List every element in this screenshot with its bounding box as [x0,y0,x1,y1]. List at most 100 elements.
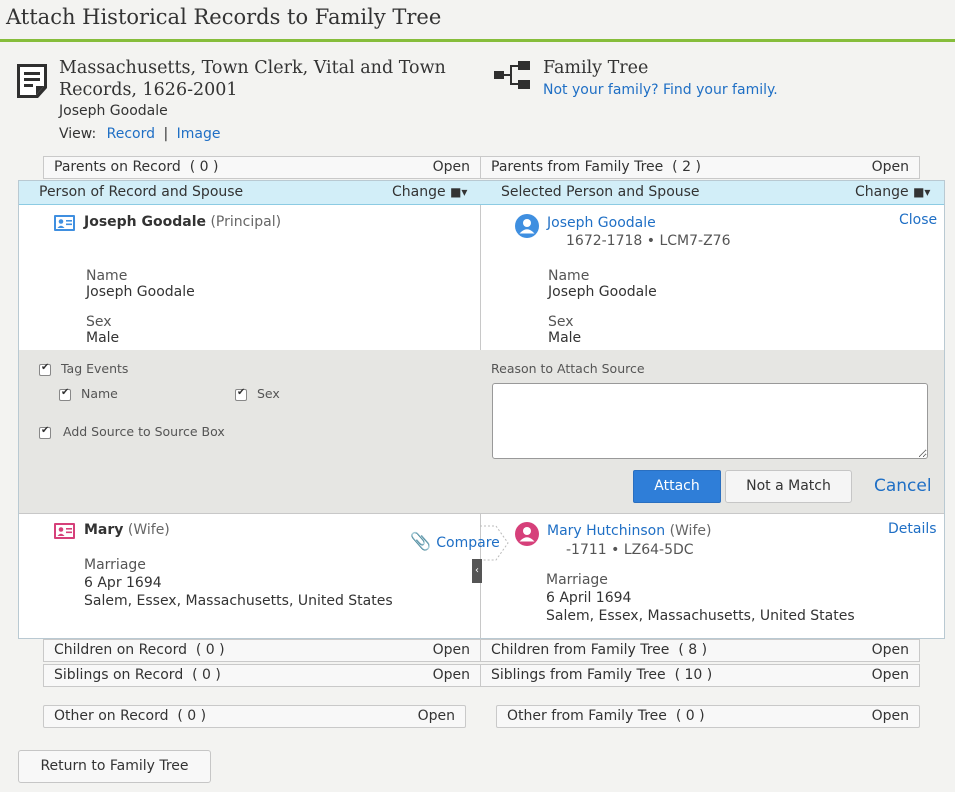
record-sex-label: Sex [86,314,112,330]
change-label: Change [392,184,446,200]
tag-sex-label: Sex [256,386,280,401]
person-dropdown-icon: ■▾ [913,185,931,199]
bar-count: ( 0 ) [192,667,221,683]
other-on-record-bar[interactable]: Other on Record ( 0 ) Open [43,705,466,728]
return-to-family-tree-button[interactable]: Return to Family Tree [18,750,211,783]
children-tree-open-link[interactable]: Open [872,640,909,661]
compare-connector-arrow [480,525,510,561]
details-link[interactable]: Details [888,521,937,537]
reason-label: Reason to Attach Source [491,361,645,376]
bar-label: Other on Record [54,708,169,724]
principal-record-heading: Joseph Goodale (Principal) [84,214,281,230]
paperclip-icon: 📎 [410,532,432,552]
siblings-on-record-bar[interactable]: Siblings on Record ( 0 ) Open [43,664,481,687]
add-source-checkbox[interactable] [39,425,51,439]
spouse-tree-name-link[interactable]: Mary Hutchinson [547,523,665,539]
bar-label: Siblings from Family Tree [491,667,666,683]
record-document-icon [14,62,52,100]
spouse-record-event-label: Marriage [84,557,146,573]
tree-person-lifespan: 1672-1718 • LCM7-Z76 [566,233,731,249]
tree-sex-label: Sex [548,314,574,330]
parents-from-tree-bar[interactable]: Parents from Family Tree ( 2 ) Open [480,156,920,179]
other-record-open-link[interactable]: Open [418,706,455,727]
female-person-icon [515,522,539,546]
male-record-card-icon [54,215,75,231]
principal-record-role: (Principal) [210,214,282,230]
bar-label: Children from Family Tree [491,642,670,658]
title-divider [0,39,955,42]
collection-title-line1: Massachusetts, Town Clerk, Vital and Tow… [59,58,446,78]
change-record-person-button[interactable]: Change ■▾ [392,181,467,204]
siblings-record-open-link[interactable]: Open [433,665,470,686]
attach-button[interactable]: Attach [633,470,721,503]
page-title: Attach Historical Records to Family Tree [6,5,442,29]
bar-label: Other from Family Tree [507,708,667,724]
spouse-record-event-date: 6 Apr 1694 [84,575,162,591]
children-record-open-link[interactable]: Open [433,640,470,661]
find-your-family-link[interactable]: Not your family? Find your family. [543,82,778,98]
bar-count: ( 0 ) [675,708,705,724]
change-tree-person-button[interactable]: Change ■▾ [855,181,930,204]
spouse-tree-event-date: 6 April 1694 [546,590,632,606]
add-source-label: Add Source to Source Box [62,424,225,439]
other-from-tree-bar[interactable]: Other from Family Tree ( 0 ) Open [496,705,920,728]
tree-person-name-link[interactable]: Joseph Goodale [547,215,656,231]
tag-name-checkbox[interactable] [59,387,71,401]
children-on-record-bar[interactable]: Children on Record ( 0 ) Open [43,639,481,662]
bar-count: ( 0 ) [189,159,219,175]
spouse-tree-role: (Wife) [669,523,712,539]
collapse-handle[interactable]: ‹ [472,559,482,583]
tree-name-label: Name [548,268,590,284]
family-tree-title: Family Tree [543,58,649,78]
tag-events-label: Tag Events [60,361,129,376]
spouse-tree-lifespan: -1711 • LZ64-5DC [566,542,694,558]
family-tree-icon [494,61,532,91]
principal-record-name: Joseph Goodale [84,214,207,230]
reason-textarea[interactable] [492,383,928,459]
record-sex-value: Male [86,330,120,346]
selected-person-header: Selected Person and Spouse [501,184,700,200]
siblings-tree-open-link[interactable]: Open [872,665,909,686]
children-from-tree-bar[interactable]: Children from Family Tree ( 8 ) Open [480,639,920,662]
tree-sex-value: Male [548,330,582,346]
record-name-label: Name [86,268,128,284]
view-image-link[interactable]: Image [177,126,221,142]
cancel-link[interactable]: Cancel [874,476,932,496]
add-source-option[interactable]: Add Source to Source Box [39,424,225,439]
tag-events-option[interactable]: Tag Events [39,361,128,376]
parents-on-record-bar[interactable]: Parents on Record ( 0 ) Open [43,156,481,179]
tag-name-option[interactable]: Name [59,386,118,401]
other-tree-open-link[interactable]: Open [872,706,909,727]
parents-tree-open-link[interactable]: Open [872,157,909,178]
bar-count: ( 8 ) [678,642,708,658]
view-links: View: Record | Image [59,126,221,142]
spouse-tree-event-place: Salem, Essex, Massachusetts, United Stat… [546,608,855,624]
male-person-icon [515,214,539,238]
tag-events-checkbox[interactable] [39,362,51,376]
record-name-value: Joseph Goodale [86,284,195,300]
view-record-link[interactable]: Record [107,126,155,142]
spouse-tree-heading: Mary Hutchinson (Wife) [547,523,711,539]
siblings-from-tree-bar[interactable]: Siblings from Family Tree ( 10 ) Open [480,664,920,687]
collection-title-line2: Records, 1626-2001 [59,80,238,100]
not-a-match-button[interactable]: Not a Match [725,470,852,503]
parents-record-open-link[interactable]: Open [433,157,470,178]
tag-sex-checkbox[interactable] [235,387,247,401]
female-record-card-icon [54,523,75,539]
spouse-record-role: (Wife) [127,522,170,538]
spouse-tree-event-label: Marriage [546,572,608,588]
tag-sex-option[interactable]: Sex [235,386,280,401]
bar-count: ( 0 ) [177,708,207,724]
close-link[interactable]: Close [899,212,937,228]
spouse-record-event-place: Salem, Essex, Massachusetts, United Stat… [84,593,393,609]
spouse-record-heading: Mary (Wife) [84,522,170,538]
spouse-record-name: Mary [84,522,124,538]
bar-label: Children on Record [54,642,187,658]
bar-label: Siblings on Record [54,667,184,683]
panel-header: Person of Record and Spouse Change ■▾ Se… [19,181,944,205]
record-person-name: Joseph Goodale [59,103,168,119]
person-dropdown-icon: ■▾ [450,185,468,199]
tag-name-label: Name [80,386,118,401]
change-label: Change [855,184,909,200]
tree-name-value: Joseph Goodale [548,284,657,300]
